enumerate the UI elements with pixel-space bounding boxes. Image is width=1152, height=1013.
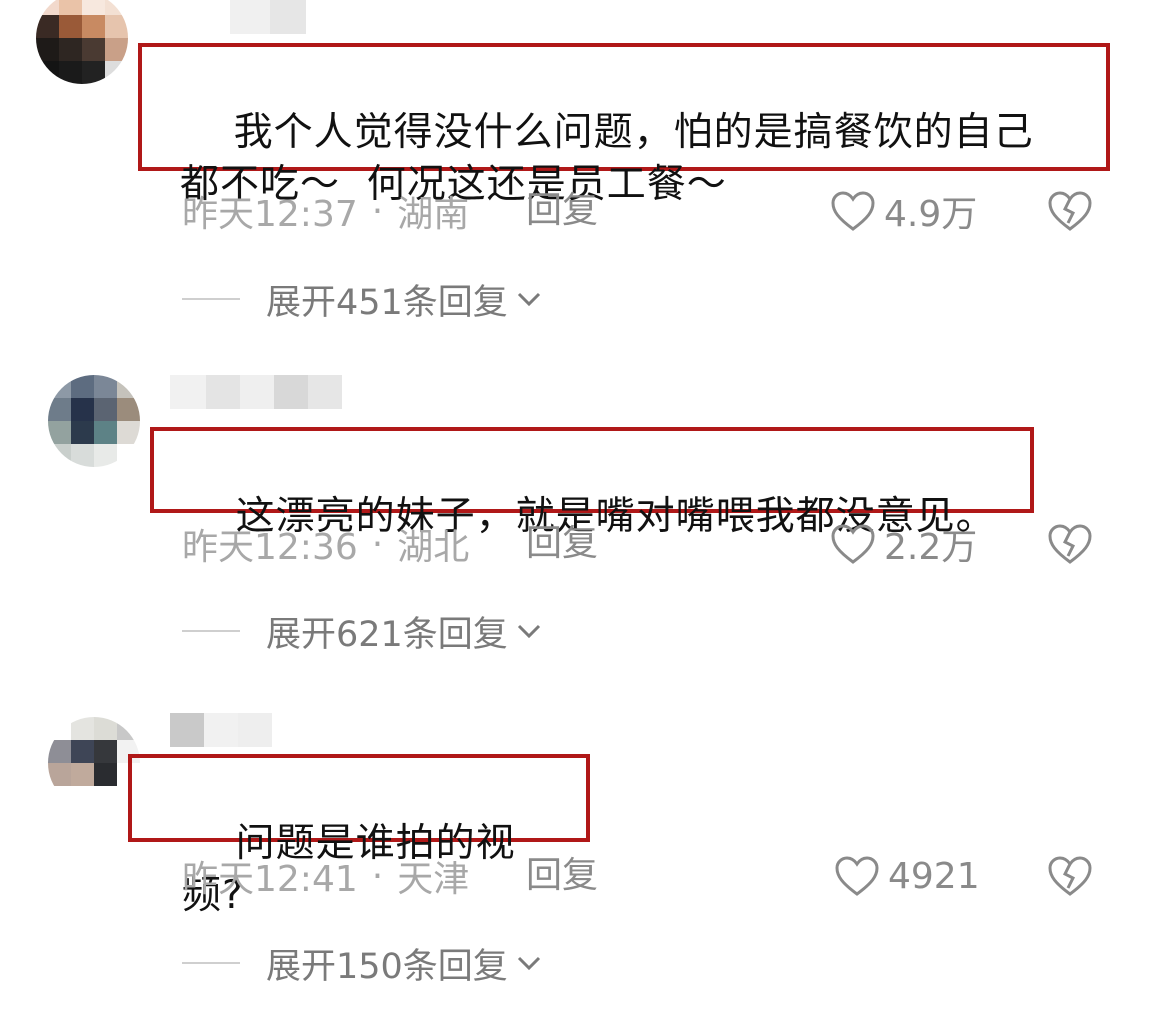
dislike-button[interactable] (1046, 519, 1094, 569)
meta-separator: · (371, 523, 384, 565)
meta-separator: · (371, 190, 384, 232)
like-count: 4.9万 (884, 194, 978, 235)
username-redacted (230, 0, 306, 34)
expand-replies-label: 展开150条回复 (266, 946, 508, 987)
meta-separator: · (371, 855, 384, 897)
avatar[interactable] (36, 0, 128, 84)
heart-outline-icon (831, 191, 875, 231)
divider-line (182, 298, 240, 300)
chevron-down-icon (517, 624, 540, 639)
broken-heart-icon (1048, 191, 1092, 231)
comment-text-highlighted: 这漂亮的妹子，就是嘴对嘴喂我都没意见。 (150, 427, 1034, 539)
avatar[interactable] (48, 375, 140, 467)
like-count: 2.2万 (884, 527, 978, 568)
like-count: 4921 (888, 855, 980, 897)
dislike-button[interactable] (1046, 851, 1094, 901)
heart-outline-icon (835, 856, 879, 896)
divider-line (182, 630, 240, 632)
expand-replies-button[interactable]: 展开150条回复 (182, 938, 542, 988)
like-button[interactable]: 4921 (834, 851, 980, 901)
username-redacted (170, 713, 272, 747)
comment-meta: 昨天12:37 · 湖南 回复 (182, 186, 598, 236)
comment-time: 昨天12:36 (182, 527, 358, 568)
reply-button[interactable]: 回复 (526, 851, 598, 901)
expand-replies-label: 展开451条回复 (266, 282, 508, 323)
reply-button[interactable]: 回复 (526, 186, 598, 236)
avatar[interactable] (48, 717, 140, 809)
broken-heart-icon (1048, 524, 1092, 564)
expand-replies-button[interactable]: 展开621条回复 (182, 606, 542, 656)
username-redacted (170, 375, 342, 409)
comment-location: 湖南 (397, 194, 470, 235)
expand-replies-button[interactable]: 展开451条回复 (182, 274, 542, 324)
like-button[interactable]: 2.2万 (830, 519, 977, 569)
like-button[interactable]: 4.9万 (830, 186, 977, 236)
chevron-down-icon (517, 956, 540, 971)
comment-meta: 昨天12:41 · 天津 回复 (182, 851, 598, 901)
comment-meta: 昨天12:36 · 湖北 回复 (182, 519, 598, 569)
dislike-button[interactable] (1046, 186, 1094, 236)
chevron-down-icon (517, 292, 540, 307)
expand-replies-label: 展开621条回复 (266, 614, 508, 655)
broken-heart-icon (1048, 856, 1092, 896)
comment-location: 天津 (397, 859, 470, 900)
reply-button[interactable]: 回复 (526, 519, 598, 569)
divider-line (182, 962, 240, 964)
comment-location: 湖北 (397, 527, 470, 568)
comment-text-highlighted: 我个人觉得没什么问题，怕的是搞餐饮的自己 都不吃～ 何况这还是员工餐～ (138, 43, 1110, 207)
comment-time: 昨天12:37 (182, 194, 358, 235)
comment-text-highlighted: 问题是谁拍的视频? (128, 754, 590, 918)
comment-time: 昨天12:41 (182, 859, 358, 900)
heart-outline-icon (831, 524, 875, 564)
